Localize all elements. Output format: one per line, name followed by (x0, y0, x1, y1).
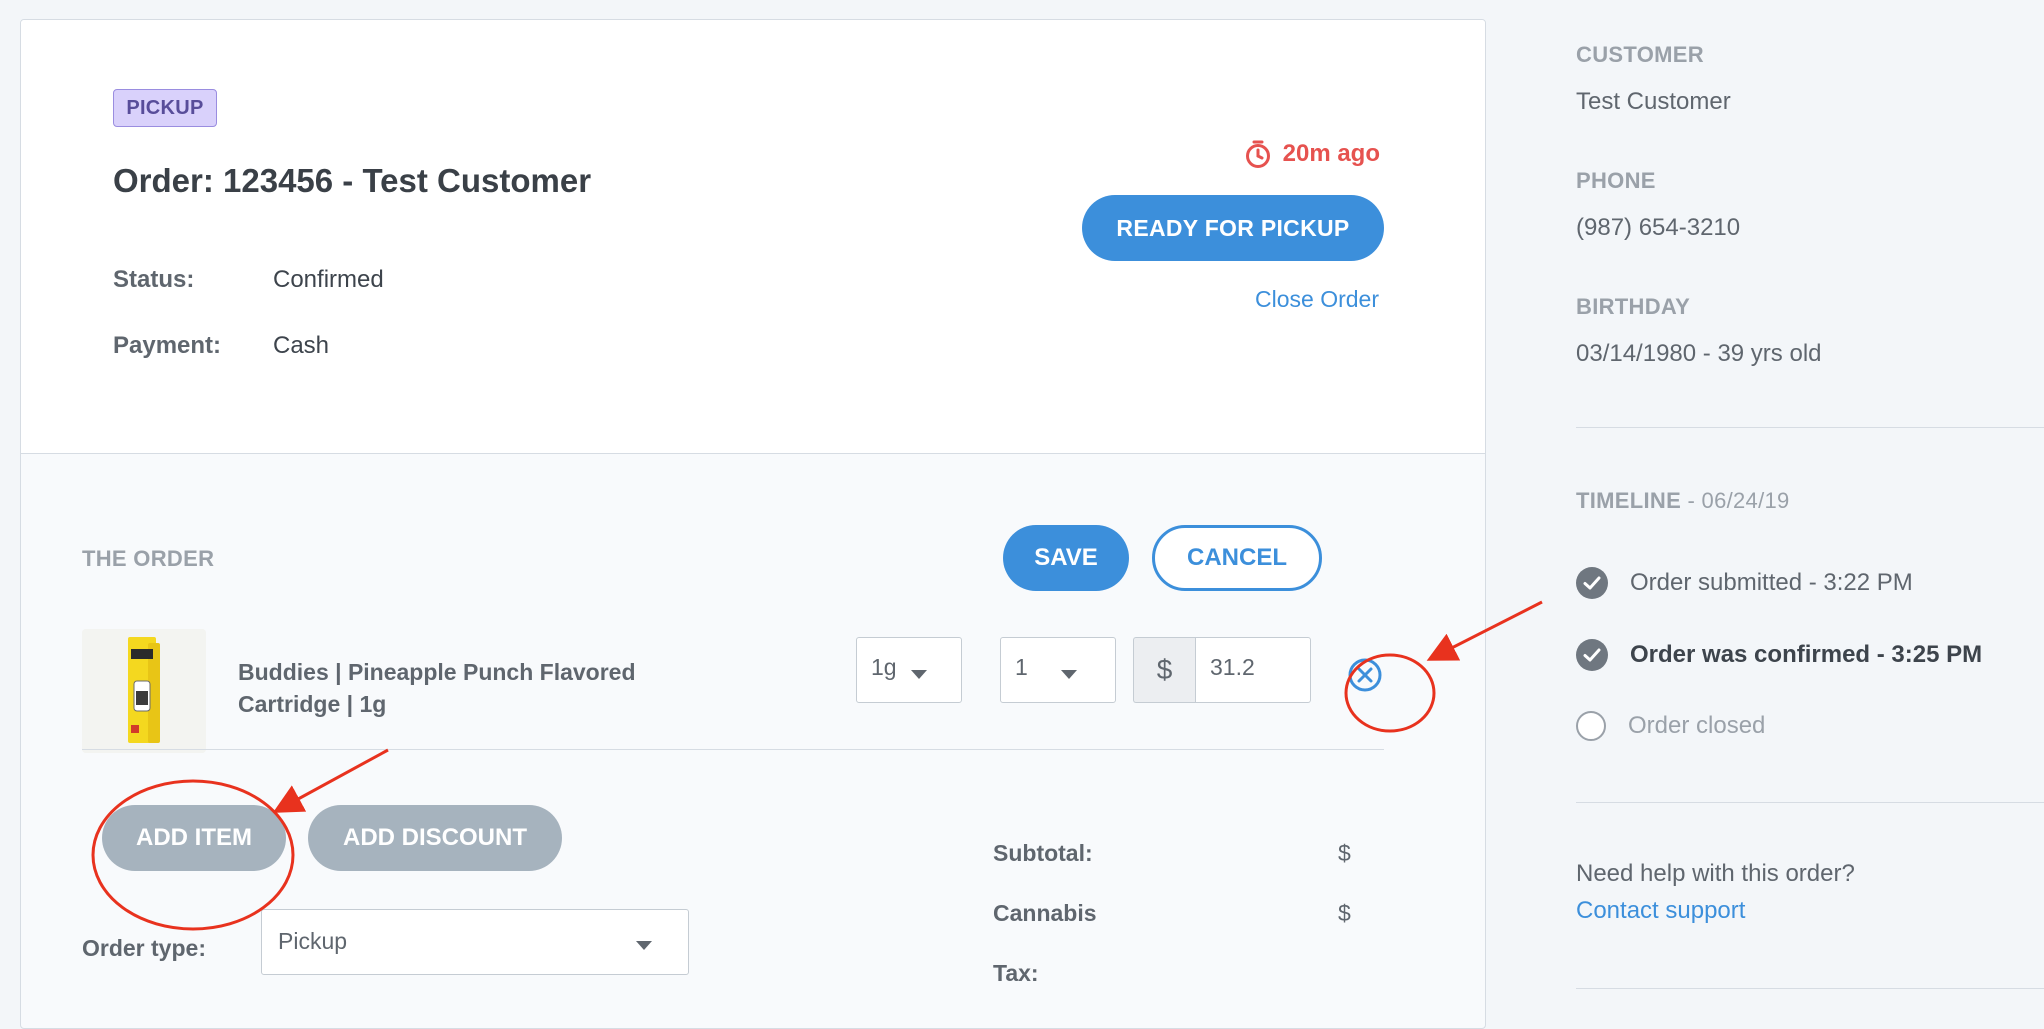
order-type-badge: PICKUP (113, 89, 217, 127)
check-circle-icon (1576, 639, 1608, 671)
divider (82, 749, 1384, 750)
price-input[interactable]: 31.2 (1195, 637, 1311, 703)
elapsed-time-text: 20m ago (1282, 140, 1380, 167)
chevron-down-icon (911, 670, 927, 679)
order-section-title: THE ORDER (82, 546, 215, 571)
ready-for-pickup-button[interactable]: READY FOR PICKUP (1082, 195, 1384, 261)
timeline-item-text: Order closed (1628, 712, 1766, 739)
product-image (82, 629, 206, 753)
empty-circle-icon (1576, 711, 1606, 741)
timeline-heading: TIMELINE - 06/24/19 (1576, 488, 1790, 514)
status-label: Status: (113, 266, 195, 293)
quantity-select-value: 1 (1015, 654, 1028, 680)
tax-label: Tax: (993, 960, 1039, 986)
divider (1576, 427, 2044, 428)
help-text: Need help with this order? (1576, 860, 1855, 887)
cannabis-tax-label: Cannabis (993, 900, 1097, 926)
add-item-button[interactable]: ADD ITEM (102, 805, 286, 871)
divider (1576, 802, 2044, 803)
product-name: Buddies | Pineapple Punch Flavored Cartr… (238, 659, 636, 717)
timeline-heading-label: TIMELINE (1576, 488, 1682, 513)
phone-value: (987) 654-3210 (1576, 214, 1741, 241)
save-button[interactable]: SAVE (1003, 525, 1129, 591)
timeline-item-submitted: Order submitted - 3:22 PM (1576, 567, 1913, 599)
order-header-card: PICKUP Order: 123456 - Test Customer Sta… (21, 20, 1485, 454)
quantity-select[interactable]: 1 (1000, 637, 1116, 703)
check-circle-icon (1576, 567, 1608, 599)
stopwatch-icon (1245, 140, 1270, 168)
customer-heading: CUSTOMER (1576, 42, 1704, 67)
timeline-date: - 06/24/19 (1681, 488, 1790, 513)
customer-name: Test Customer (1576, 88, 1731, 115)
chevron-down-icon (636, 941, 652, 950)
close-order-link[interactable]: Close Order (1255, 286, 1379, 313)
phone-heading: PHONE (1576, 168, 1656, 193)
divider (1576, 988, 2044, 989)
status-value: Confirmed (273, 266, 384, 293)
size-select[interactable]: 1g (856, 637, 962, 703)
order-type-select[interactable]: Pickup (261, 909, 689, 975)
elapsed-time: 20m ago (1243, 139, 1380, 169)
order-type-select-value: Pickup (278, 928, 348, 954)
contact-support-link[interactable]: Contact support (1576, 897, 1745, 925)
timeline-item-confirmed: Order was confirmed - 3:25 PM (1576, 639, 1982, 671)
cancel-button[interactable]: CANCEL (1152, 525, 1322, 591)
page-title: Order: 123456 - Test Customer (113, 162, 592, 199)
timeline-item-text: Order was confirmed - 3:25 PM (1630, 641, 1983, 668)
subtotal-value: $ (1338, 840, 1351, 866)
cannabis-tax-value: $ (1338, 900, 1351, 926)
chevron-down-icon (1061, 670, 1077, 679)
product-photo (82, 629, 206, 753)
size-select-value: 1g (871, 654, 897, 680)
order-panel: PICKUP Order: 123456 - Test Customer Sta… (20, 19, 1486, 1029)
payment-label: Payment: (113, 332, 222, 359)
payment-value: Cash (273, 332, 330, 359)
timeline-item-text: Order submitted - 3:22 PM (1630, 569, 1913, 596)
price-currency-prefix: $ (1133, 637, 1195, 703)
timeline-item-closed: Order closed (1576, 711, 1765, 741)
birthday-value: 03/14/1980 - 39 yrs old (1576, 340, 1822, 367)
subtotal-label: Subtotal: (993, 840, 1093, 866)
remove-item-icon[interactable] (1347, 657, 1383, 693)
order-type-label: Order type: (82, 935, 206, 961)
add-discount-button[interactable]: ADD DISCOUNT (308, 805, 562, 871)
birthday-heading: BIRTHDAY (1576, 294, 1691, 319)
